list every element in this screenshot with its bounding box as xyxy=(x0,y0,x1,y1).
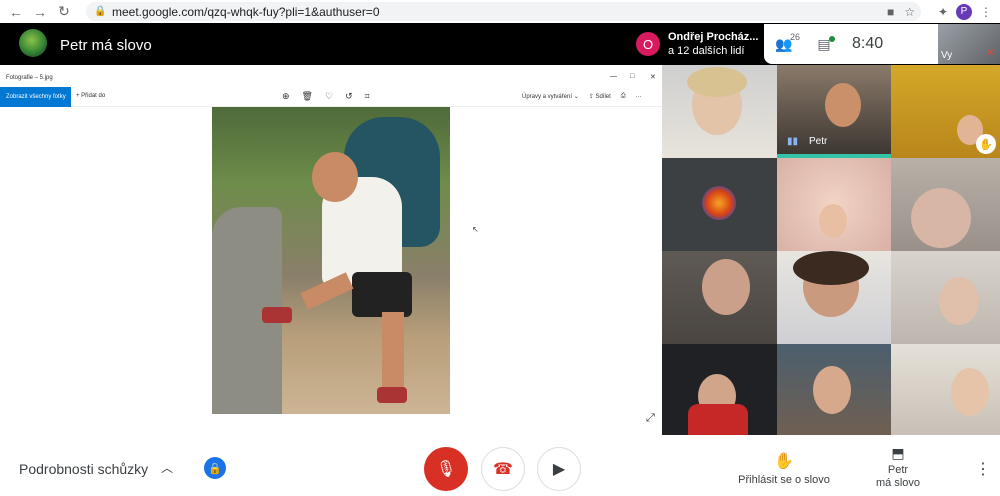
participant-tile[interactable] xyxy=(891,344,1000,435)
camera-toggle-button[interactable]: ▶ xyxy=(537,447,581,491)
more-options-icon[interactable]: ⋮ xyxy=(975,459,991,479)
participant-tile[interactable] xyxy=(662,65,777,158)
participant-tile[interactable]: ✋ xyxy=(891,65,1000,158)
participant-count: 26 xyxy=(790,32,801,42)
join-notification: O Ondřej Procház... a 12 dalších lidí xyxy=(628,24,764,64)
host-controls-lock-icon[interactable]: 🔒 xyxy=(204,457,226,479)
raised-hand-icon: ✋ xyxy=(976,134,996,154)
participant-tile[interactable] xyxy=(777,158,891,251)
add-to-button[interactable]: + Přidat do xyxy=(76,93,105,99)
participant-tile[interactable] xyxy=(662,251,777,344)
back-icon[interactable]: ← xyxy=(4,0,28,23)
rotate-icon[interactable]: ↺ xyxy=(345,91,353,102)
presenter-title: Petr má slovo xyxy=(60,37,152,54)
mic-off-icon: ✕ xyxy=(986,48,995,59)
notification-line-2: a 12 dalších lidí xyxy=(668,45,745,57)
video-hair xyxy=(687,67,747,97)
notification-line-1: Ondřej Procház... xyxy=(668,31,759,43)
address-bar[interactable]: 🔒 meet.google.com/qzq-whqk-fuy?pli=1&aut… xyxy=(86,2,921,21)
video-face xyxy=(951,368,989,416)
video-camera-icon: ▶ xyxy=(552,461,566,478)
presentation-area: Fotografie – 5.jpg — □ ✕ Zobrazit všechn… xyxy=(0,65,662,435)
present-button[interactable]: ⬒ Petr má slovo xyxy=(870,445,926,490)
view-all-photos-button[interactable]: Zobrazit všechny fotky xyxy=(0,87,71,107)
bottom-control-bar: Podrobnosti schůzky ︿ 🔒 🎙 ☎ ▶ ✋ Přihlási… xyxy=(0,435,1000,496)
video-face xyxy=(819,204,847,238)
head-shape xyxy=(312,152,358,202)
crop-icon[interactable]: ⌗ xyxy=(365,91,370,102)
edit-create-button[interactable]: Úpravy a vytváření ⌄ xyxy=(522,93,579,100)
participant-grid: ▮▮ Petr ✋ xyxy=(662,65,1000,435)
participant-tile[interactable] xyxy=(777,344,891,435)
more-icon[interactable]: … xyxy=(636,93,642,100)
menu-icon[interactable]: ⋮ xyxy=(980,5,992,19)
raise-hand-button[interactable]: ✋ Přihlásit se o slovo xyxy=(738,451,830,486)
self-view-tile[interactable]: Vy ✕ xyxy=(938,24,1000,64)
hand-icon: ✋ xyxy=(774,453,794,470)
star-icon[interactable]: ☆ xyxy=(904,5,915,19)
chevron-up-icon[interactable]: ︿ xyxy=(161,459,173,476)
clock: 8:40 xyxy=(852,35,884,52)
delete-icon[interactable]: 🗑 xyxy=(302,91,313,102)
video-face xyxy=(911,188,971,248)
expand-icon[interactable]: ⤢ xyxy=(646,412,655,425)
video-face xyxy=(825,83,861,127)
participant-name: Petr xyxy=(809,136,828,147)
present-label-line2: má slovo xyxy=(875,477,921,489)
speaking-icon: ▮▮ xyxy=(787,136,799,147)
shoe-shape xyxy=(377,387,407,403)
photos-titlebar: Fotografie – 5.jpg — □ ✕ xyxy=(0,73,662,87)
present-icon: ⬒ xyxy=(891,445,905,461)
browser-toolbar: ← → ↻ 🔒 meet.google.com/qzq-whqk-fuy?pli… xyxy=(0,0,1000,23)
avatar: O xyxy=(636,32,660,56)
video-face xyxy=(813,366,851,414)
video-face xyxy=(702,259,750,315)
lock-icon: 🔒 xyxy=(94,5,107,17)
video-hair xyxy=(793,251,869,285)
participant-tile[interactable] xyxy=(662,344,777,435)
shoe-shape xyxy=(262,307,292,323)
share-button[interactable]: ⇪ Sdílet xyxy=(589,93,611,100)
favorite-icon[interactable]: ♡ xyxy=(325,91,333,102)
window-title: Fotografie – 5.jpg xyxy=(6,75,53,81)
video-face xyxy=(939,277,979,325)
participant-tile[interactable]: ▮▮ Petr xyxy=(777,65,891,158)
url-text: meet.google.com/qzq-whqk-fuy?pli=1&authu… xyxy=(112,4,380,19)
people-button[interactable]: 👥 26 xyxy=(764,24,804,64)
maximize-icon[interactable]: □ xyxy=(630,73,634,80)
unread-dot xyxy=(829,36,835,42)
minimize-icon[interactable]: — xyxy=(610,73,617,80)
meeting-info-panel: 👥 26 ▤ 8:40 xyxy=(764,24,938,64)
forward-icon[interactable]: → xyxy=(28,0,52,23)
participant-tile[interactable] xyxy=(891,158,1000,251)
mic-toggle-button[interactable]: 🎙 xyxy=(424,447,468,491)
extensions-icon[interactable]: ✦ xyxy=(938,5,948,19)
photos-toolbar: Zobrazit všechny fotky + Přidat do ⊕ 🗑 ♡… xyxy=(0,87,662,107)
participant-tile[interactable] xyxy=(777,251,891,344)
self-label: Vy xyxy=(941,50,953,61)
leg-shape xyxy=(382,312,404,392)
shorts-shape xyxy=(352,272,412,317)
reload-icon[interactable]: ↻ xyxy=(52,0,76,23)
zoom-icon[interactable]: ⊕ xyxy=(282,91,290,102)
chat-button[interactable]: ▤ xyxy=(804,24,844,64)
camera-icon[interactable]: ■ xyxy=(887,5,894,19)
print-icon[interactable]: ⎙ xyxy=(621,93,626,100)
leave-call-button[interactable]: ☎ xyxy=(481,447,525,491)
raise-hand-label: Přihlásit se o slovo xyxy=(738,474,830,486)
avatar xyxy=(702,186,736,220)
meeting-details-button[interactable]: Podrobnosti schůzky xyxy=(19,461,148,477)
present-label-line1: Petr xyxy=(887,464,909,476)
hangup-icon: ☎ xyxy=(493,461,513,478)
shared-photo xyxy=(212,107,450,414)
cursor-icon: ↖ xyxy=(472,225,479,234)
participant-tile[interactable] xyxy=(662,158,777,251)
participant-tile[interactable] xyxy=(891,251,1000,344)
mic-off-icon: 🎙 xyxy=(435,461,457,478)
close-icon[interactable]: ✕ xyxy=(650,73,656,81)
avatar xyxy=(19,29,47,57)
video-shirt xyxy=(688,404,748,435)
profile-avatar[interactable]: P xyxy=(956,3,972,20)
